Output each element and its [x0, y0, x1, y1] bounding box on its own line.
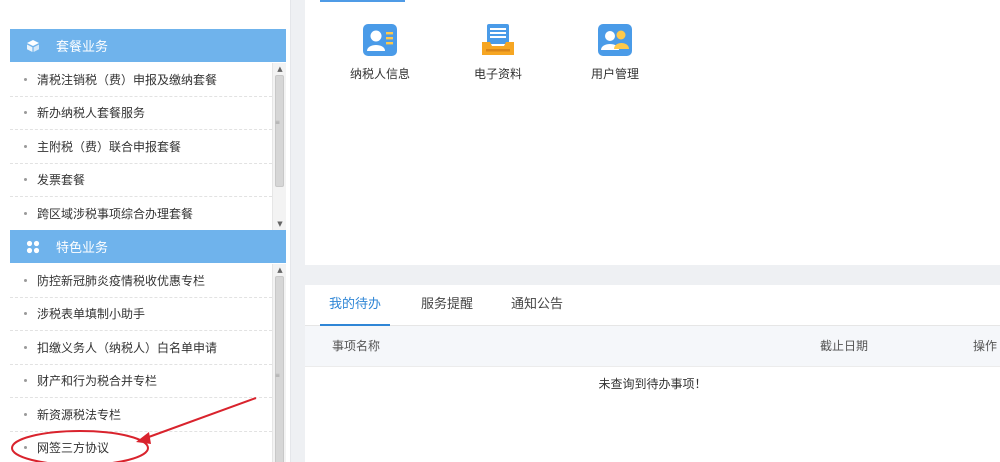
- section-title: 套餐业务: [56, 40, 109, 55]
- grid-icon: [24, 238, 42, 256]
- scrollbar-grip-icon: ≡: [274, 119, 281, 126]
- tasks-tab-bar: 我的待办 服务提醒 通知公告: [305, 285, 1000, 326]
- sidebar-item-invoice-package[interactable]: 发票套餐: [10, 164, 272, 197]
- bullet-icon: [24, 446, 27, 450]
- document-tray-icon: [480, 22, 516, 58]
- section-title: 特色业务: [56, 241, 109, 256]
- tasks-panel: 我的待办 服务提醒 通知公告 事项名称 截止日期 操作 未查询到待办事项！: [305, 285, 1000, 462]
- scrollbar-thumb[interactable]: [275, 276, 284, 462]
- sidebar-top-area: [0, 0, 290, 28]
- quick-link-e-documents[interactable]: 电子资料: [448, 22, 548, 82]
- taxpayer-card-icon: [362, 22, 398, 58]
- sidebar-item-tripartite-agreement[interactable]: 网签三方协议: [10, 432, 272, 462]
- scroll-up-arrow-icon[interactable]: ▲: [273, 64, 287, 74]
- bullet-icon: [24, 144, 27, 148]
- scrollbar-thumb[interactable]: [275, 75, 284, 187]
- sidebar-item-resource-tax-law[interactable]: 新资源税法专栏: [10, 398, 272, 432]
- sidebar: 套餐业务 清税注销税（费）申报及缴纳套餐 新办纳税人套餐服务 主附税（费）联合申…: [0, 0, 291, 462]
- scroll-up-arrow-icon[interactable]: ▲: [273, 265, 287, 275]
- bullet-icon: [24, 111, 27, 115]
- active-tab-indicator: [320, 0, 405, 2]
- quick-link-taxpayer-info[interactable]: 纳税人信息: [330, 22, 430, 82]
- package-list: 清税注销税（费）申报及缴纳套餐 新办纳税人套餐服务 主附税（费）联合申报套餐 发…: [10, 63, 272, 231]
- bullet-icon: [24, 412, 27, 416]
- sidebar-item-cross-region-package[interactable]: 跨区域涉税事项综合办理套餐: [10, 197, 272, 231]
- featured-list: 防控新冠肺炎疫情税收优惠专栏 涉税表单填制小助手 扣缴义务人（纳税人）白名单申请…: [10, 264, 272, 462]
- cube-icon: [24, 37, 42, 55]
- sidebar-item-form-filling-helper[interactable]: 涉税表单填制小助手: [10, 298, 272, 331]
- tab-service-reminders[interactable]: 服务提醒: [417, 285, 477, 325]
- tab-notices[interactable]: 通知公告: [507, 285, 567, 325]
- user-group-icon: [597, 22, 633, 58]
- column-header-item-name: 事项名称: [332, 339, 381, 353]
- section-header-featured[interactable]: 特色业务: [10, 230, 286, 263]
- quick-link-label: 用户管理: [590, 67, 639, 81]
- featured-list-scrollbar[interactable]: ▲ ≡: [272, 264, 286, 462]
- package-list-scrollbar[interactable]: ▲ ≡ ▼: [272, 63, 286, 230]
- scroll-down-arrow-icon[interactable]: ▼: [273, 219, 287, 229]
- quick-link-label: 纳税人信息: [349, 67, 410, 81]
- quick-links-panel: 纳税人信息 电子资料 用户管理: [305, 0, 1000, 265]
- bullet-icon: [24, 379, 27, 383]
- sidebar-item-whitelist-application[interactable]: 扣缴义务人（纳税人）白名单申请: [10, 331, 272, 365]
- scrollbar-grip-icon: ≡: [274, 372, 281, 379]
- tab-my-todos[interactable]: 我的待办: [320, 285, 390, 326]
- bullet-icon: [24, 77, 27, 81]
- bullet-icon: [24, 345, 27, 349]
- column-header-actions: 操作: [973, 339, 998, 353]
- sidebar-item-epidemic-tax-relief[interactable]: 防控新冠肺炎疫情税收优惠专栏: [10, 264, 272, 298]
- section-header-package[interactable]: 套餐业务: [10, 29, 286, 62]
- bullet-icon: [24, 278, 27, 282]
- quick-link-label: 电子资料: [473, 67, 522, 81]
- sidebar-item-new-taxpayer-package[interactable]: 新办纳税人套餐服务: [10, 97, 272, 130]
- sidebar-item-deregistration-package[interactable]: 清税注销税（费）申报及缴纳套餐: [10, 63, 272, 97]
- bullet-icon: [24, 178, 27, 182]
- sidebar-item-property-behavior-tax[interactable]: 财产和行为税合并专栏: [10, 365, 272, 398]
- bullet-icon: [24, 211, 27, 215]
- empty-state-message: 未查询到待办事项！: [598, 377, 707, 391]
- quick-link-user-management[interactable]: 用户管理: [565, 22, 665, 82]
- bullet-icon: [24, 312, 27, 316]
- column-header-deadline: 截止日期: [820, 339, 869, 353]
- sidebar-item-joint-declaration-package[interactable]: 主附税（费）联合申报套餐: [10, 130, 272, 164]
- table-header: 事项名称 截止日期 操作: [305, 326, 1000, 367]
